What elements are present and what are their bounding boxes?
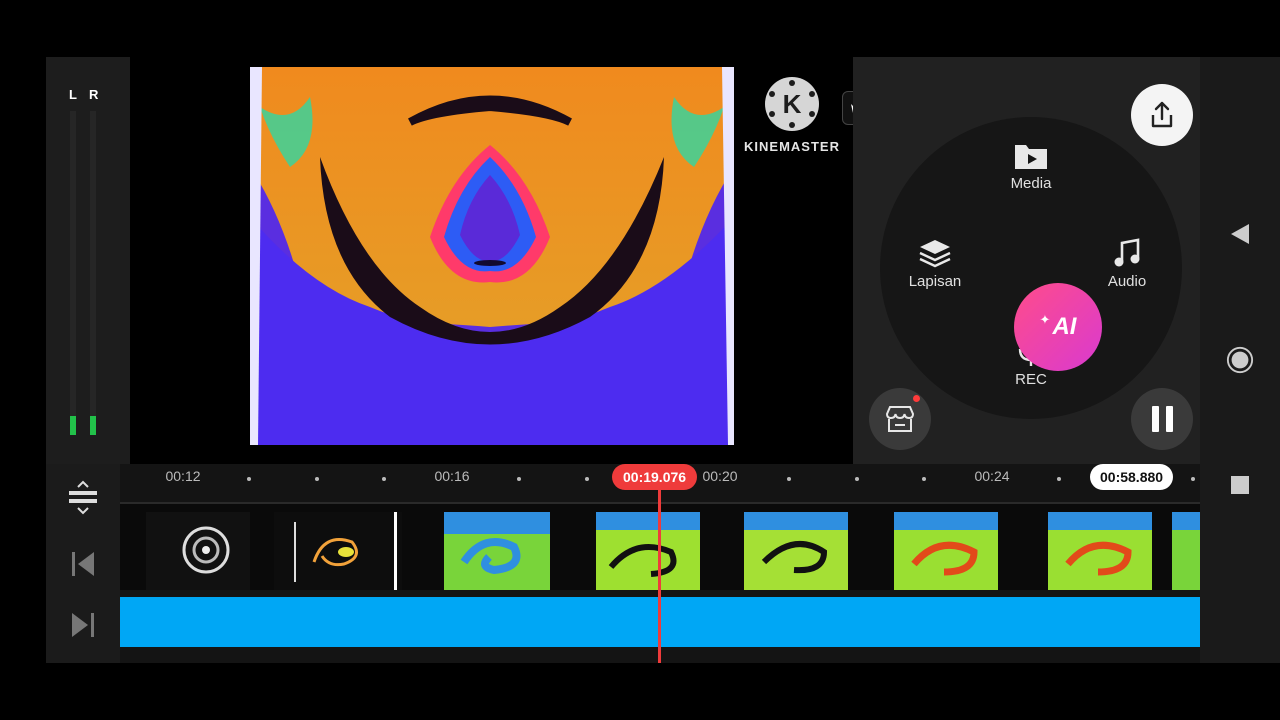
clip-thumbnail[interactable] <box>146 512 250 590</box>
audio-label: Audio <box>1107 273 1147 290</box>
video-preview[interactable]: K KINEMASTER <box>130 57 853 464</box>
tick-label: 00:24 <box>974 468 1010 484</box>
editor-window: L R K KINEMASTER Media Lapisan Audio REC… <box>46 57 1200 663</box>
playhead-time: 00:19.076 <box>612 464 698 490</box>
meter-left-level <box>70 415 76 435</box>
ai-button[interactable]: ✦ AI <box>1014 283 1102 371</box>
media-label: Media <box>1010 175 1052 192</box>
clip-thumbnail[interactable] <box>274 512 402 590</box>
nav-home-button[interactable] <box>1226 346 1254 374</box>
audio-level-meter: L R <box>46 57 130 464</box>
audio-button[interactable]: Audio <box>1082 237 1172 290</box>
system-navigation-bar <box>1200 57 1280 663</box>
clip-thumbnail[interactable] <box>596 512 700 590</box>
ai-label: AI <box>1052 313 1077 340</box>
project-duration: 00:58.880 <box>1090 464 1174 490</box>
control-panel: Media Lapisan Audio REC ✦ AI <box>853 57 1200 464</box>
store-notification-dot <box>913 395 920 402</box>
media-button[interactable]: Media <box>986 141 1076 192</box>
media-folder-icon <box>1015 145 1047 169</box>
tick-label: 00:16 <box>434 468 470 484</box>
asset-store-button[interactable] <box>869 388 931 450</box>
store-icon <box>885 406 915 432</box>
meter-right-label: R <box>89 87 99 102</box>
clip-thumbnail[interactable] <box>744 512 848 590</box>
music-note-icon <box>1114 238 1140 267</box>
expand-timeline-button[interactable] <box>63 478 103 518</box>
kinemaster-logo-icon: K <box>765 77 819 131</box>
timeline-tools <box>46 464 120 663</box>
export-button[interactable] <box>1131 84 1193 146</box>
playhead[interactable] <box>658 486 661 663</box>
layer-button[interactable]: Lapisan <box>890 237 980 290</box>
timeline: 00:12 00:16 00:20 00:24 00:19.076 00:58.… <box>46 464 1200 663</box>
share-upload-icon <box>1151 101 1173 128</box>
clip-thumbnail[interactable] <box>1172 512 1200 590</box>
expand-collapse-icon <box>69 480 97 515</box>
skip-end-icon <box>72 613 94 637</box>
triangle-back-icon <box>1231 224 1249 244</box>
square-recents-icon <box>1231 476 1249 494</box>
premium-button[interactable] <box>842 91 853 125</box>
tick-label: 00:20 <box>702 468 738 484</box>
skip-start-icon <box>72 552 94 576</box>
rec-label: REC <box>1015 371 1047 388</box>
layer-label: Lapisan <box>908 273 962 290</box>
nav-back-button[interactable] <box>1226 220 1254 248</box>
nav-recents-button[interactable] <box>1226 471 1254 499</box>
menu-wheel: Media Lapisan Audio REC ✦ AI <box>880 117 1182 419</box>
layers-icon <box>919 240 951 268</box>
meter-right-bar <box>90 111 96 435</box>
kinemaster-logo: K KINEMASTER <box>742 77 842 154</box>
circle-home-icon <box>1226 346 1254 374</box>
meter-right-level <box>90 415 96 435</box>
tick-label: 00:12 <box>165 468 201 484</box>
jump-to-end-button[interactable] <box>63 605 103 645</box>
kinemaster-wordmark: KINEMASTER <box>744 139 840 154</box>
clip-thumbnail[interactable] <box>1048 512 1152 590</box>
clip-thumbnail[interactable] <box>894 512 998 590</box>
clip-thumbnail[interactable] <box>444 512 550 590</box>
jump-to-start-button[interactable] <box>63 544 103 584</box>
meter-left-label: L <box>69 87 77 102</box>
pause-button[interactable] <box>1131 388 1193 450</box>
sparkle-icon: ✦ <box>1039 312 1051 327</box>
pause-icon <box>1151 406 1159 432</box>
meter-left-bar <box>70 111 76 435</box>
preview-frame-image <box>250 67 734 445</box>
